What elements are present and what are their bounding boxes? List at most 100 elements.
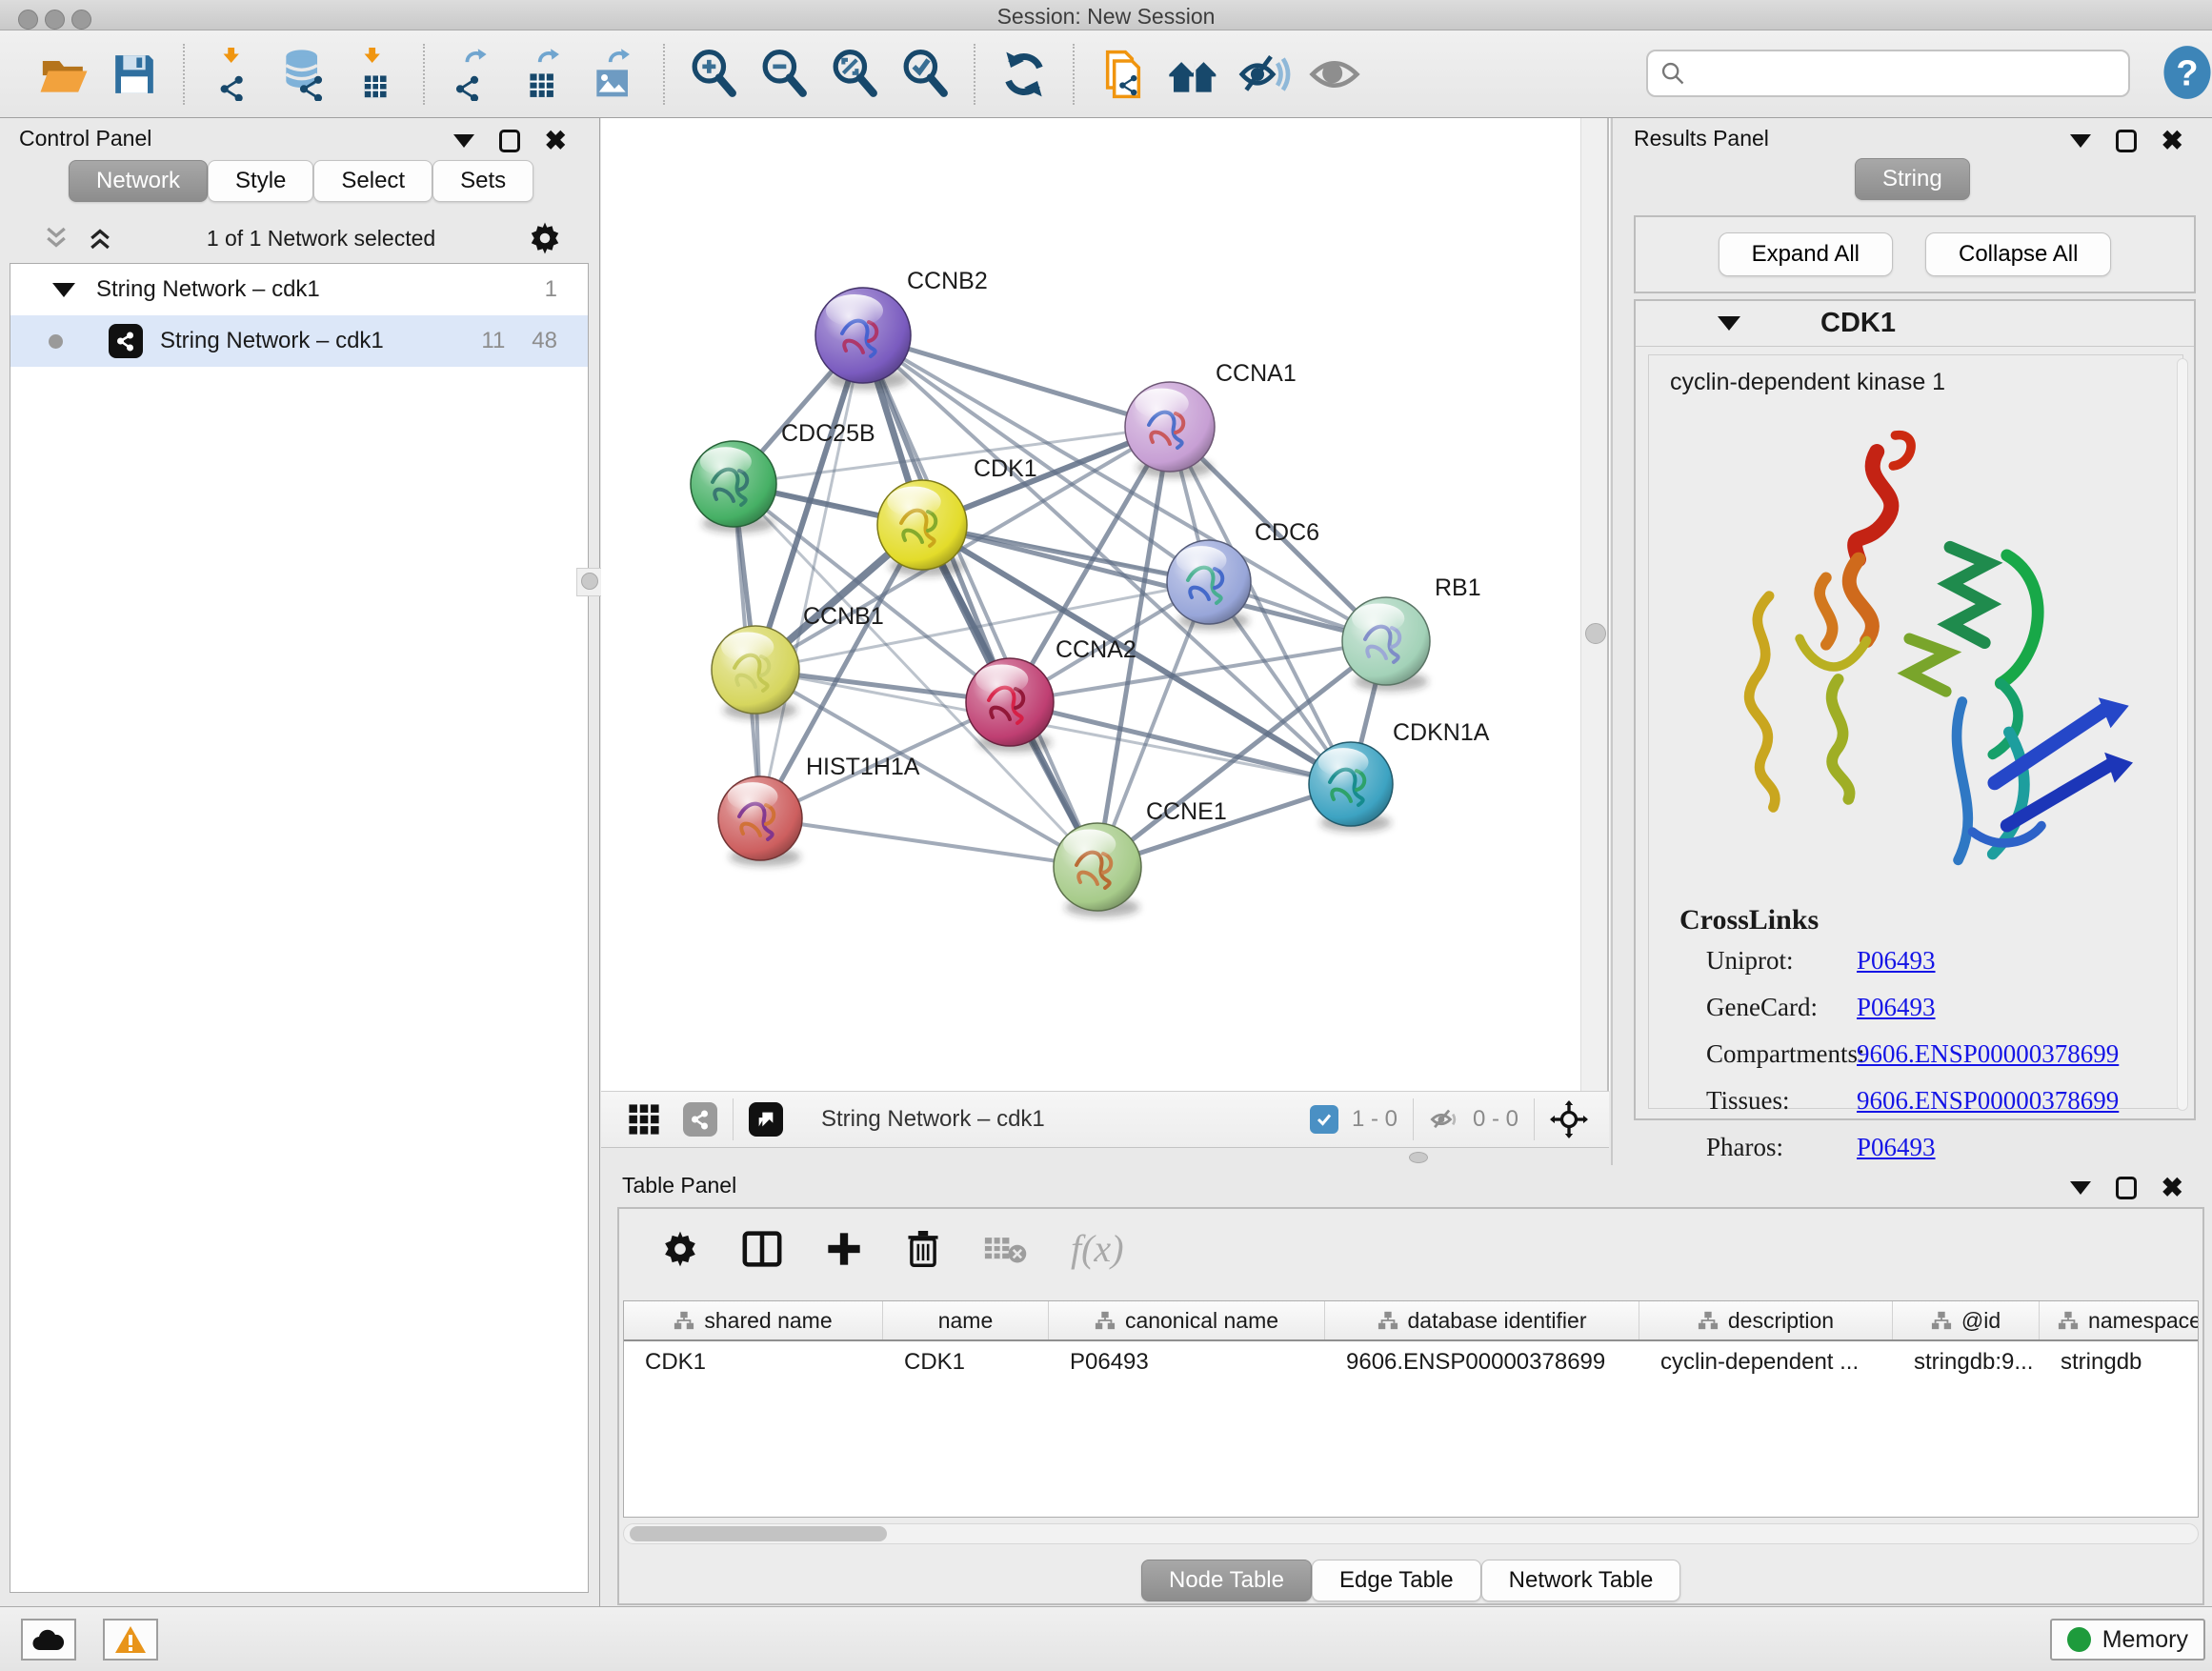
left-splitter-handle[interactable] xyxy=(576,568,603,596)
results-splitter[interactable] xyxy=(1580,118,1609,1091)
close-panel-icon[interactable]: ✖ xyxy=(2162,1177,2183,1199)
network-node-CCNB1[interactable]: CCNB1 xyxy=(712,603,884,719)
search-field[interactable] xyxy=(1646,50,2130,97)
cloud-status-button[interactable] xyxy=(21,1619,76,1661)
tab-network-table[interactable]: Network Table xyxy=(1481,1560,1681,1601)
zoom-out-button[interactable] xyxy=(749,40,819,109)
import-network-from-file-button[interactable] xyxy=(198,40,269,109)
network-options-gear-icon[interactable] xyxy=(528,221,562,255)
export-network-to-file-button[interactable] xyxy=(438,40,509,109)
crosslink-link[interactable]: 9606.ENSP00000378699 xyxy=(1857,1039,2119,1069)
column-header-name[interactable]: name xyxy=(883,1301,1049,1339)
crosslink-link[interactable]: P06493 xyxy=(1857,1133,1936,1162)
node-label-CDC25B: CDC25B xyxy=(781,420,875,447)
network-node-HIST1H1A[interactable]: HIST1H1A xyxy=(718,754,920,866)
export-table-to-file-button[interactable] xyxy=(509,40,579,109)
close-panel-icon[interactable]: ✖ xyxy=(545,130,567,152)
crosslink-link[interactable]: P06493 xyxy=(1857,993,1936,1022)
collapse-all-networks-icon[interactable] xyxy=(42,224,70,252)
tab-string[interactable]: String xyxy=(1855,158,1970,200)
apply-layout-button[interactable] xyxy=(989,40,1059,109)
show-results-panel-button[interactable] xyxy=(1299,40,1370,109)
column-header--id[interactable]: @id xyxy=(1893,1301,2040,1339)
cell--id[interactable]: stringdb:9... xyxy=(1893,1349,2040,1376)
birds-eye-view-icon[interactable] xyxy=(749,1102,783,1137)
cell-shared-name[interactable]: CDK1 xyxy=(624,1349,883,1376)
duplicate-network-button[interactable] xyxy=(1088,40,1158,109)
column-header-shared-name[interactable]: shared name xyxy=(624,1301,883,1339)
cell-canonical-name[interactable]: P06493 xyxy=(1049,1349,1325,1376)
network-node-RB1[interactable]: RB1 xyxy=(1342,574,1481,691)
crosslink-link[interactable]: 9606.ENSP00000378699 xyxy=(1857,1086,2119,1116)
collection-expander-icon[interactable] xyxy=(52,283,75,297)
maximize-panel-icon[interactable] xyxy=(499,130,520,152)
import-network-from-database-button[interactable] xyxy=(269,40,339,109)
string-home-button[interactable] xyxy=(1158,40,1229,109)
network-canvas[interactable]: CCNB2 CCNA1 CDC25B CDK1 CDC6 xyxy=(601,118,1610,1091)
float-panel-icon[interactable] xyxy=(453,134,474,148)
maximize-panel-icon[interactable] xyxy=(2116,1177,2137,1199)
network-view-toolbar: String Network – cdk1 1 - 0 0 - 0 xyxy=(601,1091,1609,1148)
search-input[interactable] xyxy=(1686,60,2128,87)
results-scrollbar[interactable] xyxy=(2177,358,2188,1111)
tree-column-icon xyxy=(1095,1310,1116,1331)
expand-all-button[interactable]: Expand All xyxy=(1719,232,1893,276)
cell-namespace[interactable]: stringdb xyxy=(2040,1349,2199,1376)
collapse-all-button[interactable]: Collapse All xyxy=(1925,232,2111,276)
zoom-in-button[interactable] xyxy=(678,40,749,109)
network-type-icon xyxy=(109,324,143,358)
table-options-gear-icon[interactable] xyxy=(661,1230,699,1268)
network-node-CCNE1[interactable]: CCNE1 xyxy=(1054,798,1227,916)
crosslink-link[interactable]: P06493 xyxy=(1857,946,1936,976)
node-table[interactable]: shared namenamecanonical namedatabase id… xyxy=(623,1300,2199,1518)
cell-database-identifier[interactable]: 9606.ENSP00000378699 xyxy=(1325,1349,1639,1376)
hide-results-panel-button[interactable] xyxy=(1229,40,1299,109)
export-image-button[interactable] xyxy=(579,40,650,109)
network-node-CDKN1A[interactable]: CDKN1A xyxy=(1309,719,1490,832)
warnings-button[interactable] xyxy=(103,1619,158,1661)
crosslink-row: Tissues: 9606.ENSP00000378699 xyxy=(1679,1086,2119,1116)
cell-description[interactable]: cyclin-dependent ... xyxy=(1639,1349,1893,1376)
column-header-description[interactable]: description xyxy=(1639,1301,1893,1339)
zoom-fit-content-button[interactable] xyxy=(819,40,890,109)
help-button[interactable]: ? xyxy=(2161,44,2212,101)
maximize-panel-icon[interactable] xyxy=(2116,130,2137,152)
node-label-CCNB1: CCNB1 xyxy=(803,603,884,630)
close-panel-icon[interactable]: ✖ xyxy=(2162,130,2183,152)
tab-style[interactable]: Style xyxy=(208,160,313,202)
import-table-from-file-button[interactable] xyxy=(339,40,410,109)
float-panel-icon[interactable] xyxy=(2070,1181,2091,1195)
zoom-selected-button[interactable] xyxy=(890,40,960,109)
show-columns-icon[interactable] xyxy=(741,1230,783,1268)
network-type-toggle-icon[interactable] xyxy=(683,1102,717,1137)
expand-all-networks-icon[interactable] xyxy=(86,224,114,252)
delete-column-icon[interactable] xyxy=(905,1229,941,1269)
network-row-selected[interactable]: String Network – cdk1 11 48 xyxy=(10,315,588,367)
column-header-database-identifier[interactable]: database identifier xyxy=(1325,1301,1639,1339)
tab-sets[interactable]: Sets xyxy=(432,160,533,202)
table-horizontal-scrollbar[interactable] xyxy=(623,1523,2199,1544)
column-header-namespace[interactable]: namespace xyxy=(2040,1301,2199,1339)
memory-button[interactable]: Memory xyxy=(2050,1619,2205,1661)
tab-edge-table[interactable]: Edge Table xyxy=(1312,1560,1481,1601)
selected-nodes-checkbox[interactable] xyxy=(1310,1105,1338,1134)
network-node-CDK1[interactable]: CDK1 xyxy=(877,455,1037,576)
float-panel-icon[interactable] xyxy=(2070,134,2091,148)
results-panel: Results Panel ✖ String Expand All Collap… xyxy=(1611,118,2212,1165)
pan-crosshair-icon[interactable] xyxy=(1550,1100,1588,1138)
table-row[interactable]: CDK1CDK1P064939606.ENSP00000378699cyclin… xyxy=(624,1341,2198,1383)
tab-network[interactable]: Network xyxy=(69,160,208,202)
add-column-icon[interactable] xyxy=(825,1230,863,1268)
save-session-button[interactable] xyxy=(99,40,170,109)
splitter-handle[interactable] xyxy=(1409,1152,1428,1163)
tab-select[interactable]: Select xyxy=(313,160,432,202)
tab-node-table[interactable]: Node Table xyxy=(1141,1560,1312,1601)
cell-name[interactable]: CDK1 xyxy=(883,1349,1049,1376)
open-session-button[interactable] xyxy=(29,40,99,109)
column-header-canonical-name[interactable]: canonical name xyxy=(1049,1301,1325,1339)
splitter-handle[interactable] xyxy=(1585,623,1606,644)
network-collection-row[interactable]: String Network – cdk1 1 xyxy=(10,264,588,315)
grid-view-icon[interactable] xyxy=(628,1103,660,1136)
collapse-section-icon[interactable] xyxy=(1718,316,1740,331)
network-node-CCNA1[interactable]: CCNA1 xyxy=(1125,360,1297,478)
